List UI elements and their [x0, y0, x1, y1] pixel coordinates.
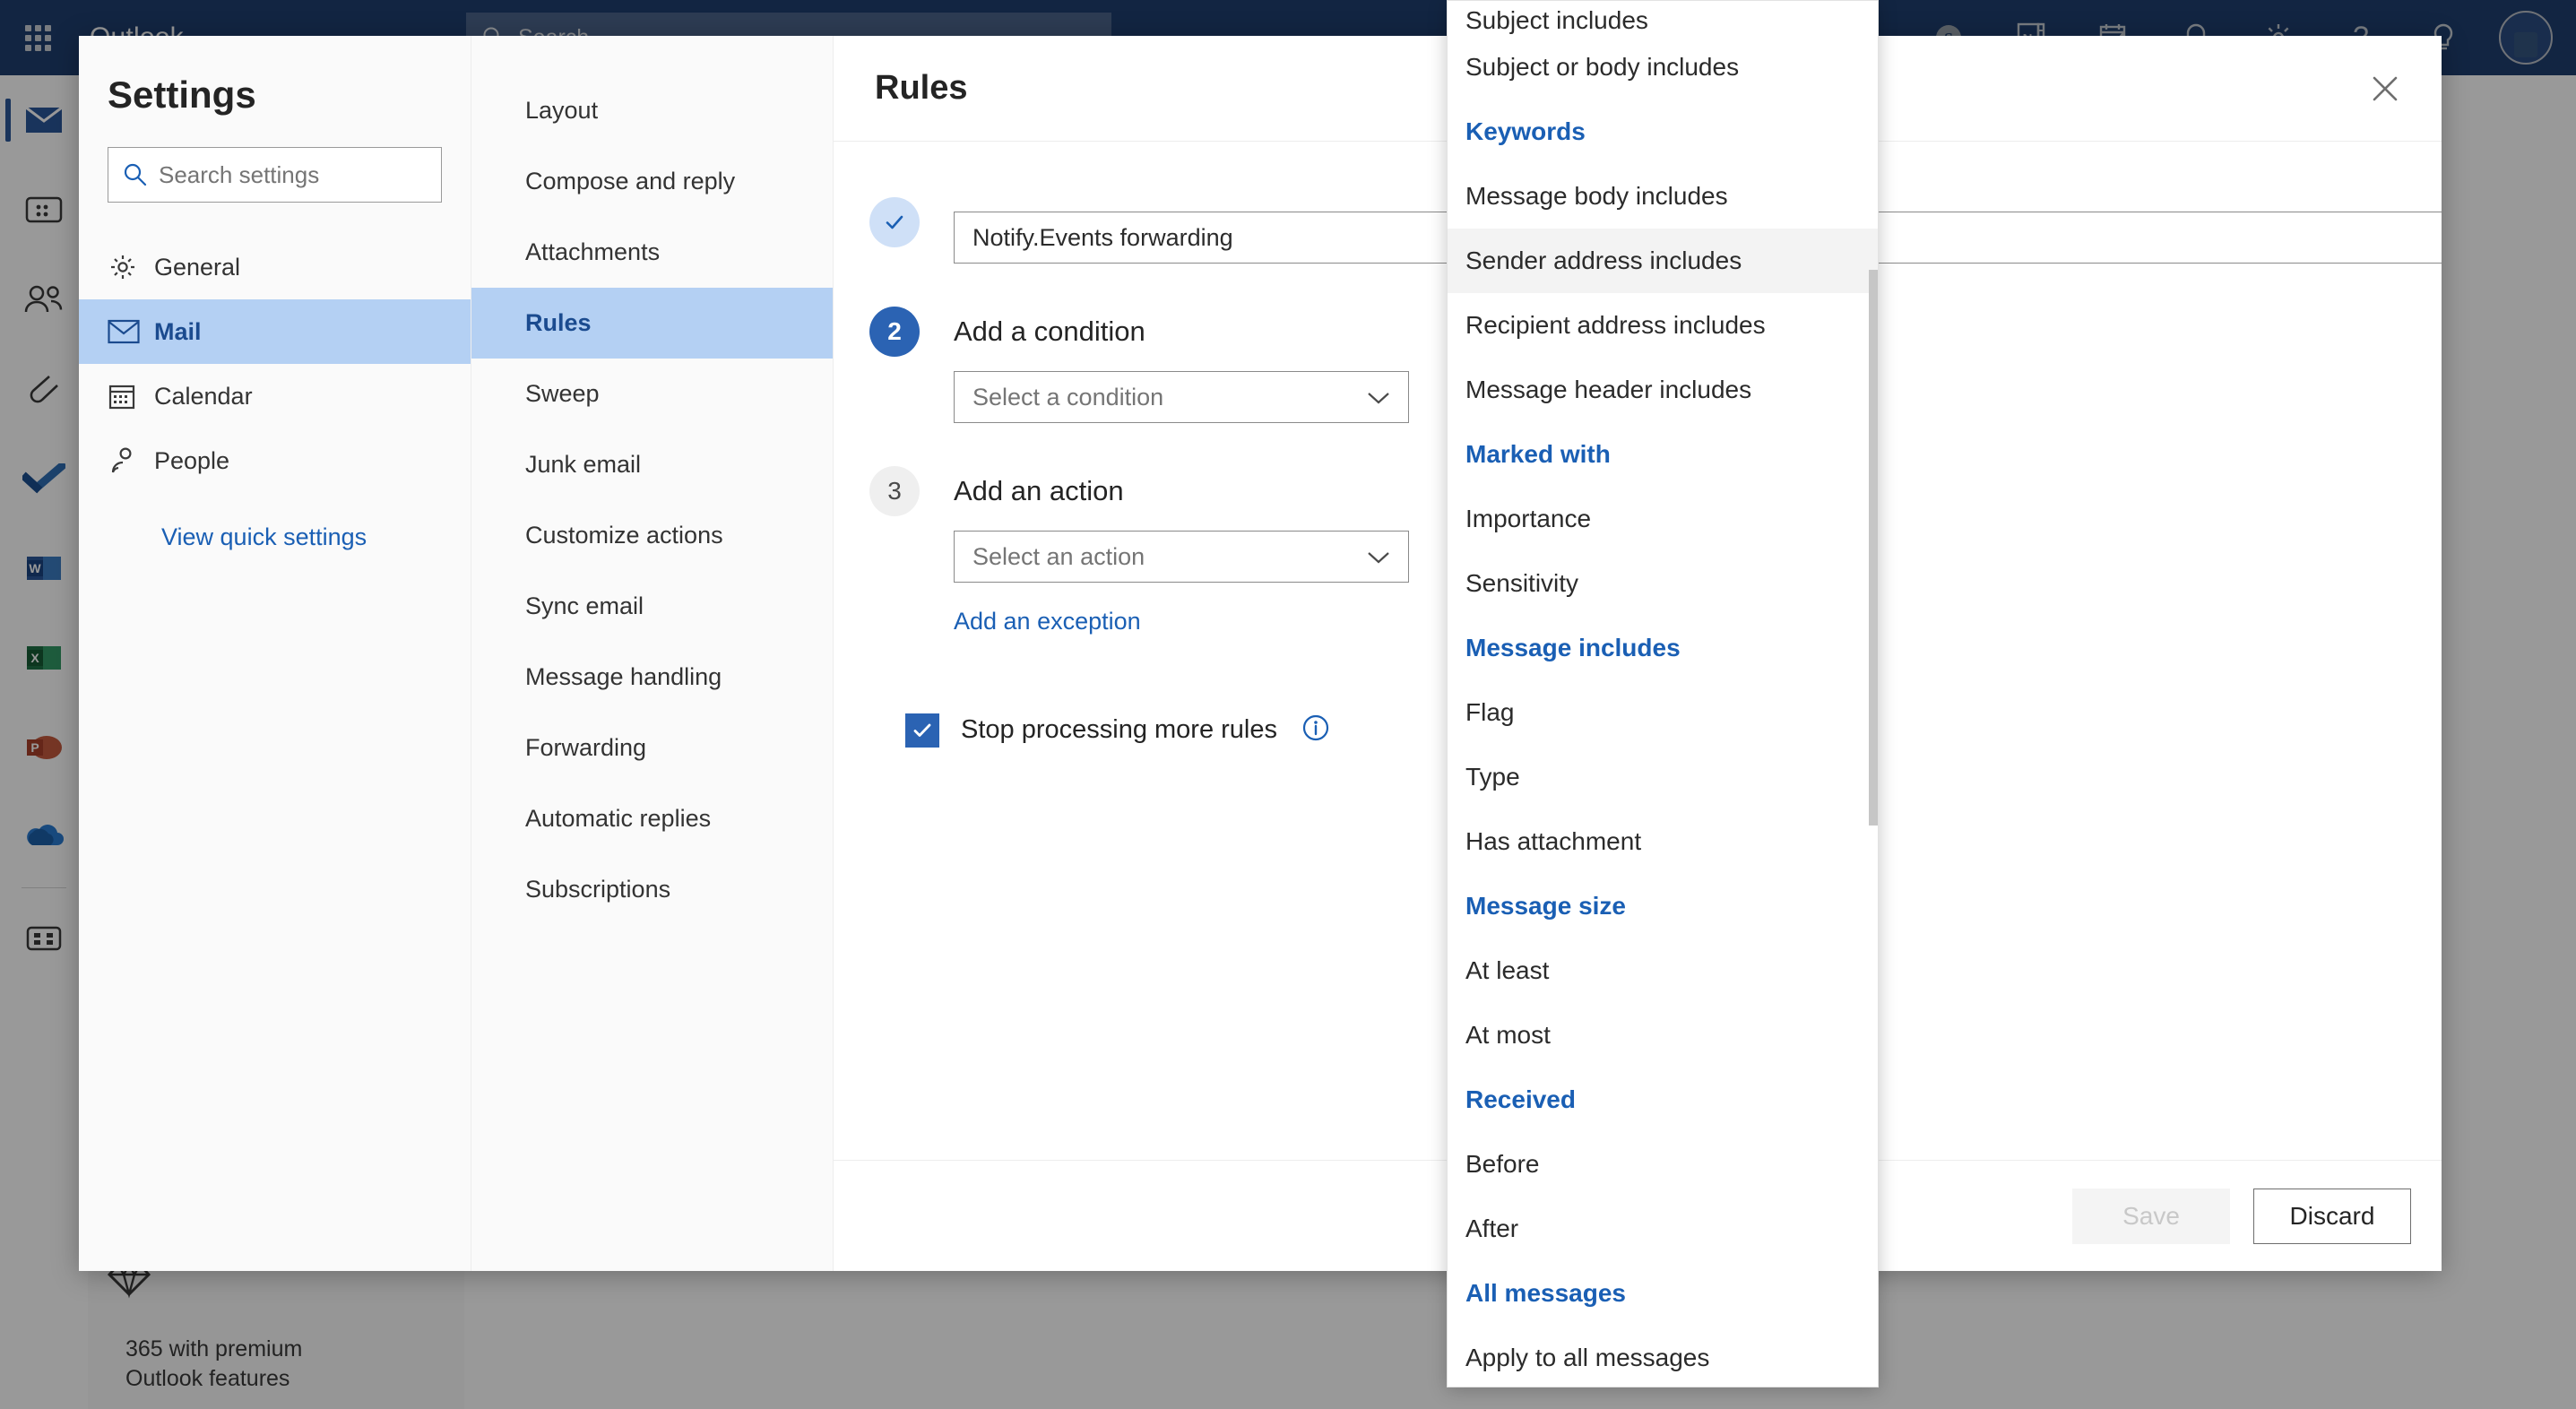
stop-processing-label: Stop processing more rules [961, 715, 1277, 744]
sidebar-item-label: Mail [154, 317, 202, 345]
dropdown-option[interactable]: Recipient address includes [1448, 293, 1878, 358]
dropdown-option[interactable]: Subject or body includes [1448, 35, 1878, 99]
people-icon [108, 446, 154, 475]
sidebar-item-people[interactable]: People [79, 428, 471, 493]
dropdown-option[interactable]: Message header includes [1448, 358, 1878, 422]
mail-settings-subnav: Layout Compose and reply Attachments Rul… [471, 36, 834, 1271]
chevron-down-icon [1367, 543, 1390, 571]
step-1-complete-badge [869, 197, 920, 247]
scrollbar-thumb[interactable] [1869, 270, 1878, 826]
dropdown-option[interactable]: Type [1448, 745, 1878, 809]
settings-sidebar: Settings Search settings General Mail Ca… [79, 36, 471, 1271]
dropdown-group-header: All messages [1465, 1279, 1626, 1307]
dropdown-option[interactable]: Before [1448, 1132, 1878, 1197]
dropdown-option[interactable]: Sensitivity [1448, 551, 1878, 616]
view-quick-settings-link[interactable]: View quick settings [161, 523, 471, 551]
subnav-item-forwarding[interactable]: Forwarding [471, 713, 833, 783]
discard-button[interactable]: Discard [2253, 1188, 2411, 1244]
subnav-item-subscriptions[interactable]: Subscriptions [471, 854, 833, 925]
dropdown-option[interactable]: Sender address includes [1448, 229, 1878, 293]
subnav-item-compose-and-reply[interactable]: Compose and reply [471, 146, 833, 217]
condition-dropdown-menu[interactable]: Subject includes Subject or body includes… [1447, 0, 1879, 1387]
settings-dialog: Settings Search settings General Mail Ca… [79, 36, 2442, 1271]
add-condition-label: Add a condition [954, 316, 1145, 347]
dropdown-option[interactable]: Message body includes [1448, 164, 1878, 229]
subnav-item-rules[interactable]: Rules [471, 288, 833, 359]
dropdown-option[interactable]: Has attachment [1448, 809, 1878, 874]
chevron-down-icon [1367, 384, 1390, 411]
dropdown-scrollbar[interactable] [1869, 1, 1878, 1387]
info-icon[interactable] [1301, 713, 1331, 748]
sidebar-item-general[interactable]: General [79, 235, 471, 299]
close-icon[interactable] [2359, 63, 2411, 115]
calendar-icon [108, 382, 154, 411]
dropdown-option[interactable]: At least [1448, 938, 1878, 1003]
stop-processing-checkbox[interactable] [905, 713, 939, 748]
subnav-item-attachments[interactable]: Attachments [471, 217, 833, 288]
dropdown-group-header: Marked with [1465, 440, 1611, 468]
envelope-icon [108, 319, 154, 344]
dropdown-option[interactable]: After [1448, 1197, 1878, 1261]
dropdown-option[interactable]: Flag [1448, 680, 1878, 745]
settings-title: Settings [108, 73, 256, 116]
dropdown-group-header: Message size [1465, 892, 1626, 920]
dropdown-option[interactable]: Subject includes [1448, 1, 1878, 35]
settings-search-placeholder: Search settings [159, 160, 320, 188]
sidebar-item-label: Calendar [154, 382, 253, 410]
dropdown-group-header: Received [1465, 1085, 1576, 1113]
gear-icon [108, 252, 154, 282]
subnav-item-sync-email[interactable]: Sync email [471, 571, 833, 642]
dropdown-group-header: Message includes [1465, 634, 1681, 661]
condition-select[interactable]: Select a condition [954, 371, 1409, 423]
condition-select-placeholder: Select a condition [972, 383, 1164, 411]
dropdown-group-header: Keywords [1465, 117, 1586, 145]
save-button[interactable]: Save [2072, 1188, 2230, 1244]
add-action-label: Add an action [954, 475, 1124, 506]
subnav-item-automatic-replies[interactable]: Automatic replies [471, 783, 833, 854]
sidebar-item-label: General [154, 253, 241, 281]
sidebar-item-mail[interactable]: Mail [79, 299, 471, 364]
rule-name-value: Notify.Events forwarding [972, 223, 1233, 251]
subnav-item-message-handling[interactable]: Message handling [471, 642, 833, 713]
action-select-placeholder: Select an action [972, 542, 1145, 570]
add-exception-link[interactable]: Add an exception [954, 608, 1141, 635]
dropdown-option[interactable]: At most [1448, 1003, 1878, 1068]
step-2-badge: 2 [869, 307, 920, 357]
subnav-item-sweep[interactable]: Sweep [471, 359, 833, 429]
subnav-item-junk-email[interactable]: Junk email [471, 429, 833, 500]
sidebar-item-label: People [154, 446, 230, 474]
subnav-item-customize-actions[interactable]: Customize actions [471, 500, 833, 571]
search-icon [124, 163, 147, 186]
subnav-item-layout[interactable]: Layout [471, 75, 833, 146]
dropdown-option[interactable]: Importance [1448, 487, 1878, 551]
step-3-badge: 3 [869, 466, 920, 516]
action-select[interactable]: Select an action [954, 531, 1409, 583]
dropdown-option[interactable]: Apply to all messages [1448, 1326, 1878, 1387]
settings-search-input[interactable]: Search settings [108, 147, 442, 203]
page-title: Rules [875, 69, 968, 107]
sidebar-item-calendar[interactable]: Calendar [79, 364, 471, 428]
